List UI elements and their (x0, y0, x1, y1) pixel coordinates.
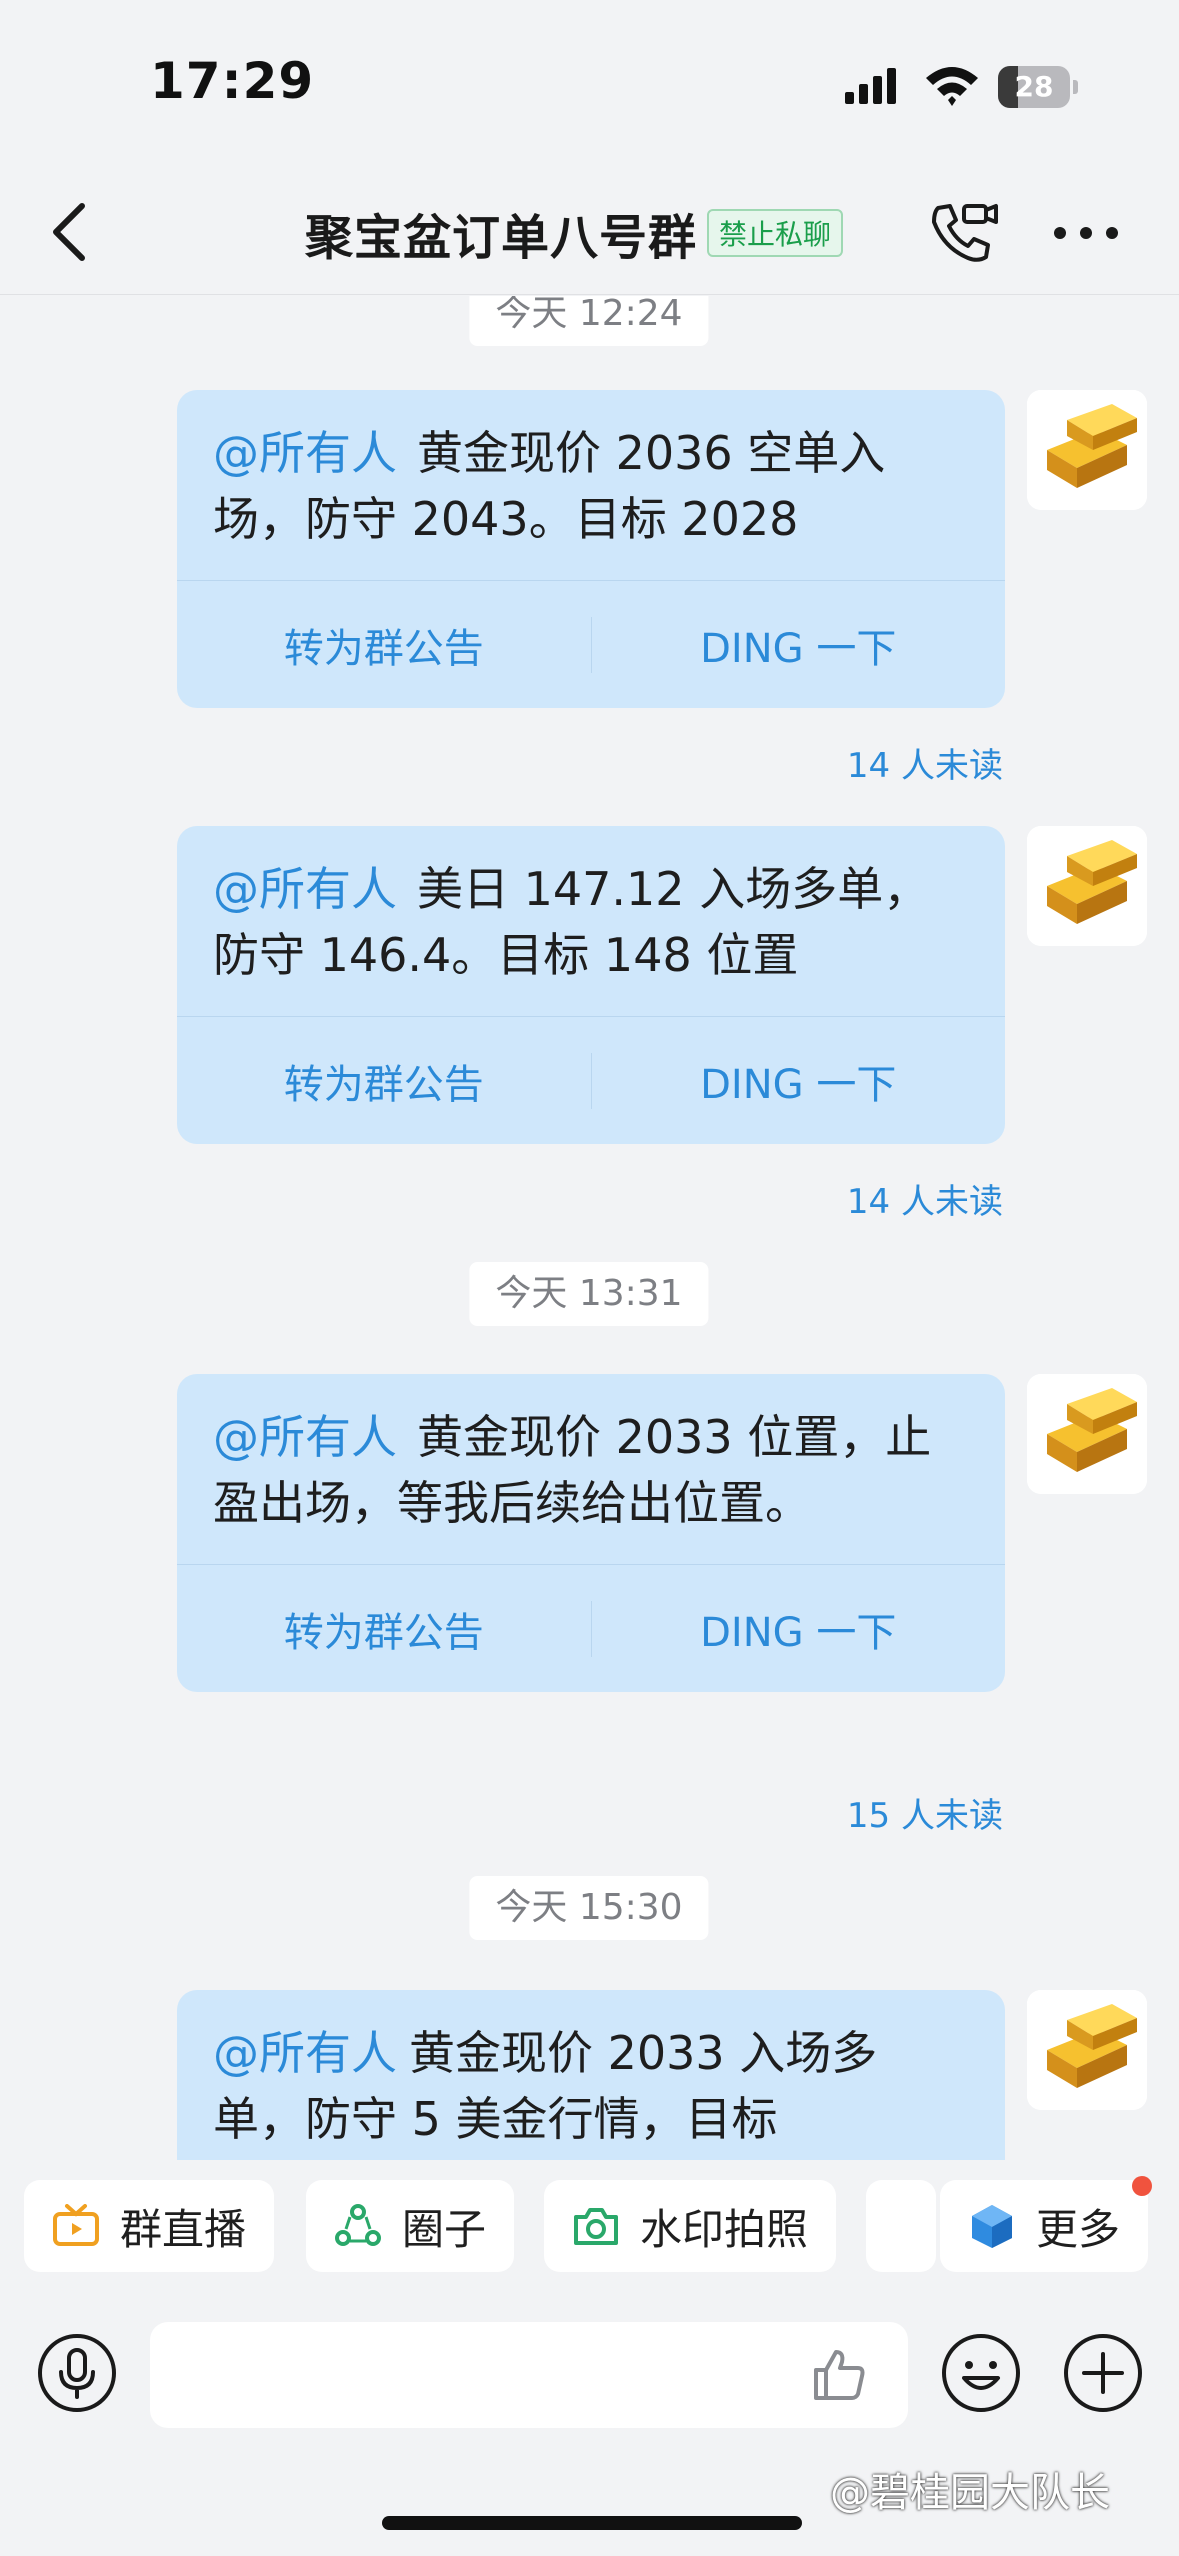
battery-cap (1073, 80, 1078, 94)
shortcut-partial[interactable] (866, 2180, 936, 2272)
input-bar: @碧桂园大队长 (0, 2290, 1179, 2556)
unread-count[interactable]: 15 人未读 (847, 1788, 1003, 1837)
wifi-icon (926, 67, 978, 106)
set-announcement-button[interactable]: 转为群公告 (177, 1600, 591, 1658)
home-indicator[interactable] (382, 2516, 802, 2530)
group-live-button[interactable]: 群直播 (24, 2180, 275, 2272)
message-text: @所有人 黄金现价 2033 位置，止盈出场，等我后续给出位置。 (177, 1374, 1005, 1564)
back-icon[interactable] (40, 192, 100, 272)
time-label: 今天 15:30 (469, 1876, 709, 1940)
mention-all[interactable]: @所有人 (213, 2026, 397, 2080)
gold-bar-icon (1027, 1374, 1147, 1494)
avatar[interactable] (1027, 1990, 1147, 2110)
watermark-text: @碧桂园大队长 (830, 2470, 1110, 2516)
message-actions: 转为群公告 DING 一下 (177, 580, 1005, 708)
unread-count[interactable]: 14 人未读 (847, 1174, 1003, 1223)
circle-button[interactable]: 圈子 (306, 2180, 515, 2272)
phone-call-icon[interactable] (928, 200, 1000, 266)
group-title: 聚宝盆订单八号群 (305, 210, 698, 266)
ding-button[interactable]: DING 一下 (592, 616, 1006, 674)
message-input[interactable] (150, 2322, 908, 2428)
watermark-camera-label: 水印拍照 (640, 2204, 809, 2254)
cellular-signal-icon (845, 68, 896, 104)
status-time: 17:29 (150, 52, 315, 110)
more-options-icon[interactable] (1050, 210, 1122, 256)
message-bubble[interactable]: @所有人 黄金现价 2033 位置，止盈出场，等我后续给出位置。 转为群公告 DI… (177, 1374, 1005, 1692)
group-live-label: 群直播 (120, 2204, 247, 2254)
avatar[interactable] (1027, 390, 1147, 510)
emoji-icon[interactable] (940, 2332, 1022, 2414)
ding-button[interactable]: DING 一下 (592, 1600, 1006, 1658)
battery-icon: 28 (998, 66, 1070, 108)
nav-bar: 聚宝盆订单八号群 禁止私聊 (0, 170, 1179, 295)
gold-bar-icon (1027, 390, 1147, 510)
avatar[interactable] (1027, 826, 1147, 946)
plus-icon[interactable] (1062, 2332, 1144, 2414)
message-text: @所有人 美日 147.12 入场多单，防守 146.4。目标 148 位置 (177, 826, 1005, 1016)
circle-label: 圈子 (402, 2204, 487, 2254)
more-tools-button[interactable]: 更多 (940, 2180, 1149, 2272)
circle-icon (335, 2204, 381, 2246)
avatar[interactable] (1027, 1374, 1147, 1494)
nav-title-group[interactable]: 聚宝盆订单八号群 禁止私聊 (305, 198, 844, 268)
shortcut-bar: 群直播 圈子 水印拍照 更多 (0, 2160, 1179, 2290)
message-text: @所有人 黄金现价 2036 空单入场，防守 2043。目标 2028 (177, 390, 1005, 580)
message-bubble[interactable]: @所有人 黄金现价 2033 入场多单，防守 5 美金行情，目标 (177, 1990, 1005, 2160)
battery-indicator: 28 (998, 66, 1078, 108)
voice-input-icon[interactable] (36, 2332, 118, 2414)
ding-button[interactable]: DING 一下 (592, 1052, 1006, 1110)
thumbs-up-icon[interactable] (810, 2346, 868, 2404)
gold-bar-icon (1027, 826, 1147, 946)
watermark-camera-button[interactable]: 水印拍照 (544, 2180, 837, 2272)
gold-bar-icon (1027, 1990, 1147, 2110)
time-label: 今天 12:24 (469, 296, 709, 346)
message-bubble[interactable]: @所有人 美日 147.12 入场多单，防守 146.4。目标 148 位置 转为… (177, 826, 1005, 1144)
more-tools-label: 更多 (1036, 2204, 1121, 2254)
battery-percent: 28 (1014, 70, 1054, 103)
mention-all[interactable]: @所有人 (213, 426, 397, 480)
unread-count[interactable]: 14 人未读 (847, 738, 1003, 787)
status-bar: 17:29 28 (0, 0, 1179, 170)
message-actions: 转为群公告 DING 一下 (177, 1564, 1005, 1692)
mention-all[interactable]: @所有人 (213, 862, 397, 916)
notification-dot (1132, 2176, 1152, 2196)
cube-icon (972, 2205, 1012, 2248)
message-actions: 转为群公告 DING 一下 (177, 1016, 1005, 1144)
time-label: 今天 13:31 (469, 1262, 709, 1326)
message-bubble[interactable]: @所有人 黄金现价 2036 空单入场，防守 2043。目标 2028 转为群公告… (177, 390, 1005, 708)
live-tv-icon (53, 2204, 99, 2246)
message-text: @所有人 黄金现价 2033 入场多单，防守 5 美金行情，目标 (177, 1990, 1005, 2160)
camera-icon (574, 2208, 618, 2245)
set-announcement-button[interactable]: 转为群公告 (177, 616, 591, 674)
mention-all[interactable]: @所有人 (213, 1410, 397, 1464)
chat-message-list[interactable]: 今天 12:24 @所有人 黄金现价 2036 空单入场，防守 2043。目标 2… (0, 296, 1179, 2160)
set-announcement-button[interactable]: 转为群公告 (177, 1052, 591, 1110)
no-private-chat-badge: 禁止私聊 (707, 209, 844, 257)
